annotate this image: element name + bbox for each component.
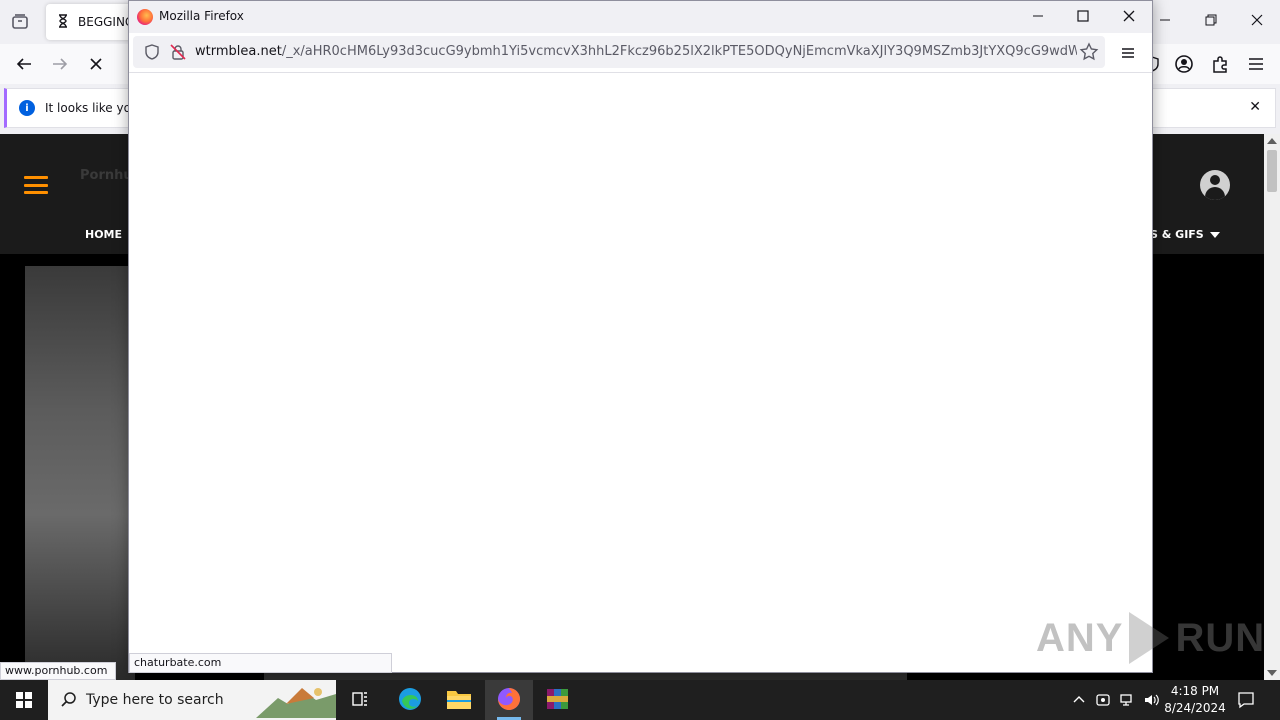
caret-down-icon xyxy=(1209,232,1220,238)
taskbar-firefox-button[interactable] xyxy=(485,680,533,720)
tab-list-icon[interactable] xyxy=(8,10,32,34)
tracking-shield-icon[interactable] xyxy=(143,43,161,61)
popup-minimize-button[interactable] xyxy=(1015,1,1061,33)
minimize-icon xyxy=(1032,10,1044,25)
popup-status-url: chaturbate.com xyxy=(129,653,392,673)
firefox-logo-icon xyxy=(137,9,153,25)
hourglass-icon xyxy=(56,13,70,31)
url-domain: wtrmblea.net xyxy=(195,44,282,59)
task-view-icon xyxy=(350,689,370,712)
popup-url-text[interactable]: wtrmblea.net/_x/aHR0cHM6Ly93d3cucG9ybmh1… xyxy=(195,44,1077,59)
page-scrollbar[interactable] xyxy=(1264,134,1280,680)
notification-close-icon[interactable]: ✕ xyxy=(1249,99,1261,115)
restore-icon xyxy=(1205,14,1217,30)
volume-icon[interactable] xyxy=(1141,690,1161,710)
nav-home-link[interactable]: HOME xyxy=(85,228,122,241)
search-highlight-art-icon xyxy=(256,684,336,718)
popup-page-content xyxy=(129,72,1152,672)
app-menu-icon[interactable] xyxy=(1244,52,1268,76)
taskbar-edge-button[interactable] xyxy=(386,680,434,720)
clock-date: 8/24/2024 xyxy=(1164,701,1226,715)
play-icon xyxy=(1129,612,1170,664)
close-button[interactable] xyxy=(1234,0,1280,44)
meet-now-icon[interactable] xyxy=(1093,690,1113,710)
show-hidden-icons-chevron-icon[interactable] xyxy=(1069,690,1089,710)
scrollbar-thumb[interactable] xyxy=(1267,150,1277,192)
background-tab-title: BEGGING xyxy=(78,15,135,29)
background-tab[interactable]: BEGGING xyxy=(46,4,136,40)
search-icon xyxy=(60,691,78,709)
user-account-icon[interactable] xyxy=(1200,170,1230,200)
task-view-button[interactable] xyxy=(336,680,384,720)
account-icon[interactable] xyxy=(1172,52,1196,76)
notification-center-icon[interactable] xyxy=(1236,690,1256,710)
close-icon xyxy=(1123,10,1135,25)
maximize-icon xyxy=(1077,9,1089,25)
windows-taskbar: Type here to search 4:18 PM 8/24/2024 xyxy=(0,680,1280,720)
anyrun-watermark: ANY RUN xyxy=(1036,612,1265,664)
scroll-up-arrow-icon[interactable] xyxy=(1267,138,1277,144)
bookmark-star-icon[interactable] xyxy=(1079,42,1099,62)
popup-title-bar[interactable]: Mozilla Firefox xyxy=(129,1,1152,33)
windows-logo-icon xyxy=(16,692,32,708)
insecure-lock-icon[interactable] xyxy=(169,43,187,61)
scroll-down-arrow-icon[interactable] xyxy=(1267,670,1277,676)
popup-browser-window: Mozilla Firefox wtrmblea.net/_x/aHR0cHM6… xyxy=(128,0,1153,673)
popup-close-button[interactable] xyxy=(1106,1,1152,33)
popup-window-title: Mozilla Firefox xyxy=(159,9,244,23)
restore-button[interactable] xyxy=(1188,0,1234,44)
minimize-icon xyxy=(1159,14,1171,30)
extensions-icon[interactable] xyxy=(1208,52,1232,76)
back-arrow-icon[interactable] xyxy=(12,52,36,76)
close-icon xyxy=(1251,14,1263,30)
nav-gifs-label: S & GIFS xyxy=(1150,228,1204,241)
popup-url-bar[interactable]: wtrmblea.net/_x/aHR0cHM6Ly93d3cucG9ybmh1… xyxy=(133,36,1105,68)
stop-loading-icon[interactable] xyxy=(84,52,108,76)
edge-icon xyxy=(397,686,423,715)
popup-app-menu-icon[interactable] xyxy=(1116,41,1140,65)
info-icon: i xyxy=(19,100,35,116)
forward-arrow-icon[interactable] xyxy=(48,52,72,76)
nav-gifs-link[interactable]: S & GIFS xyxy=(1150,228,1220,241)
background-status-url: www.pornhub.com xyxy=(0,662,117,680)
winrar-icon xyxy=(545,687,571,714)
url-path: /_x/aHR0cHM6Ly93d3cucG9ybmh1Yi5vcmcvX3hh… xyxy=(281,44,1077,59)
folder-icon xyxy=(446,688,472,713)
start-button[interactable] xyxy=(0,680,48,720)
taskbar-file-explorer-button[interactable] xyxy=(435,680,483,720)
taskbar-winrar-button[interactable] xyxy=(534,680,582,720)
taskbar-search-box[interactable]: Type here to search xyxy=(48,680,336,720)
watermark-right-text: RUN xyxy=(1175,615,1266,660)
search-placeholder: Type here to search xyxy=(86,692,224,708)
system-clock[interactable]: 4:18 PM 8/24/2024 xyxy=(1160,683,1230,717)
notification-message: It looks like you xyxy=(45,101,139,115)
firefox-icon xyxy=(496,686,522,715)
network-icon[interactable] xyxy=(1117,690,1137,710)
hamburger-menu-icon[interactable] xyxy=(24,176,48,194)
popup-maximize-button[interactable] xyxy=(1060,1,1106,33)
clock-time: 4:18 PM xyxy=(1170,684,1220,698)
video-thumbnail[interactable] xyxy=(25,266,135,680)
watermark-left-text: ANY xyxy=(1036,615,1124,660)
